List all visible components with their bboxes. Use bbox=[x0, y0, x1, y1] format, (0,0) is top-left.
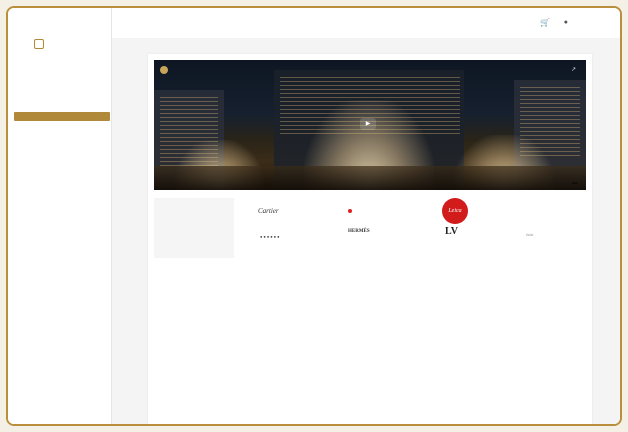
brand-logo[interactable] bbox=[34, 38, 90, 50]
brand-logo-louis-vuitton[interactable]: LV bbox=[445, 226, 458, 237]
brand-logo-dots[interactable]: ●●●●●● bbox=[260, 234, 281, 239]
sidebar-item-1[interactable] bbox=[14, 112, 110, 121]
play-button[interactable]: ▶ bbox=[360, 118, 376, 130]
youtube-logo[interactable] bbox=[572, 182, 578, 184]
content-card: ↗ ▶ Cartier Leica ●●●●●● HERMÈS LV ⌂⌂⌂ bbox=[148, 54, 592, 424]
app-frame: 🛒 ● ↗ ▶ Cartier Leica ●●●●●● HERMÈS LV ⌂… bbox=[6, 6, 622, 426]
brand-logo-leica[interactable]: Leica bbox=[442, 198, 468, 224]
logo-mark-icon bbox=[34, 39, 44, 49]
sidebar-item-2[interactable] bbox=[14, 121, 110, 130]
user-icon[interactable]: ● bbox=[564, 19, 568, 27]
share-icon[interactable]: ↗ bbox=[571, 66, 576, 73]
luxury-collection-panel bbox=[154, 198, 234, 258]
brand-logo-jaeger[interactable]: ⌂⌂⌂ bbox=[526, 232, 533, 237]
hero-video[interactable]: ↗ ▶ bbox=[154, 60, 586, 190]
water-image bbox=[154, 166, 586, 190]
brand-logo-hermes[interactable]: HERMÈS bbox=[348, 229, 370, 234]
sidebar-item-3[interactable] bbox=[14, 130, 110, 139]
sidebar-nav bbox=[14, 112, 110, 139]
cart-icon[interactable]: 🛒 bbox=[540, 19, 550, 27]
brand-logo-red[interactable] bbox=[348, 208, 354, 213]
sidebar bbox=[8, 8, 112, 424]
video-header bbox=[160, 66, 171, 74]
top-bar: 🛒 ● bbox=[112, 8, 620, 38]
main-content: ↗ ▶ Cartier Leica ●●●●●● HERMÈS LV ⌂⌂⌂ bbox=[112, 38, 620, 424]
brand-logo-cartier[interactable]: Cartier bbox=[258, 207, 279, 215]
channel-avatar[interactable] bbox=[160, 66, 168, 74]
